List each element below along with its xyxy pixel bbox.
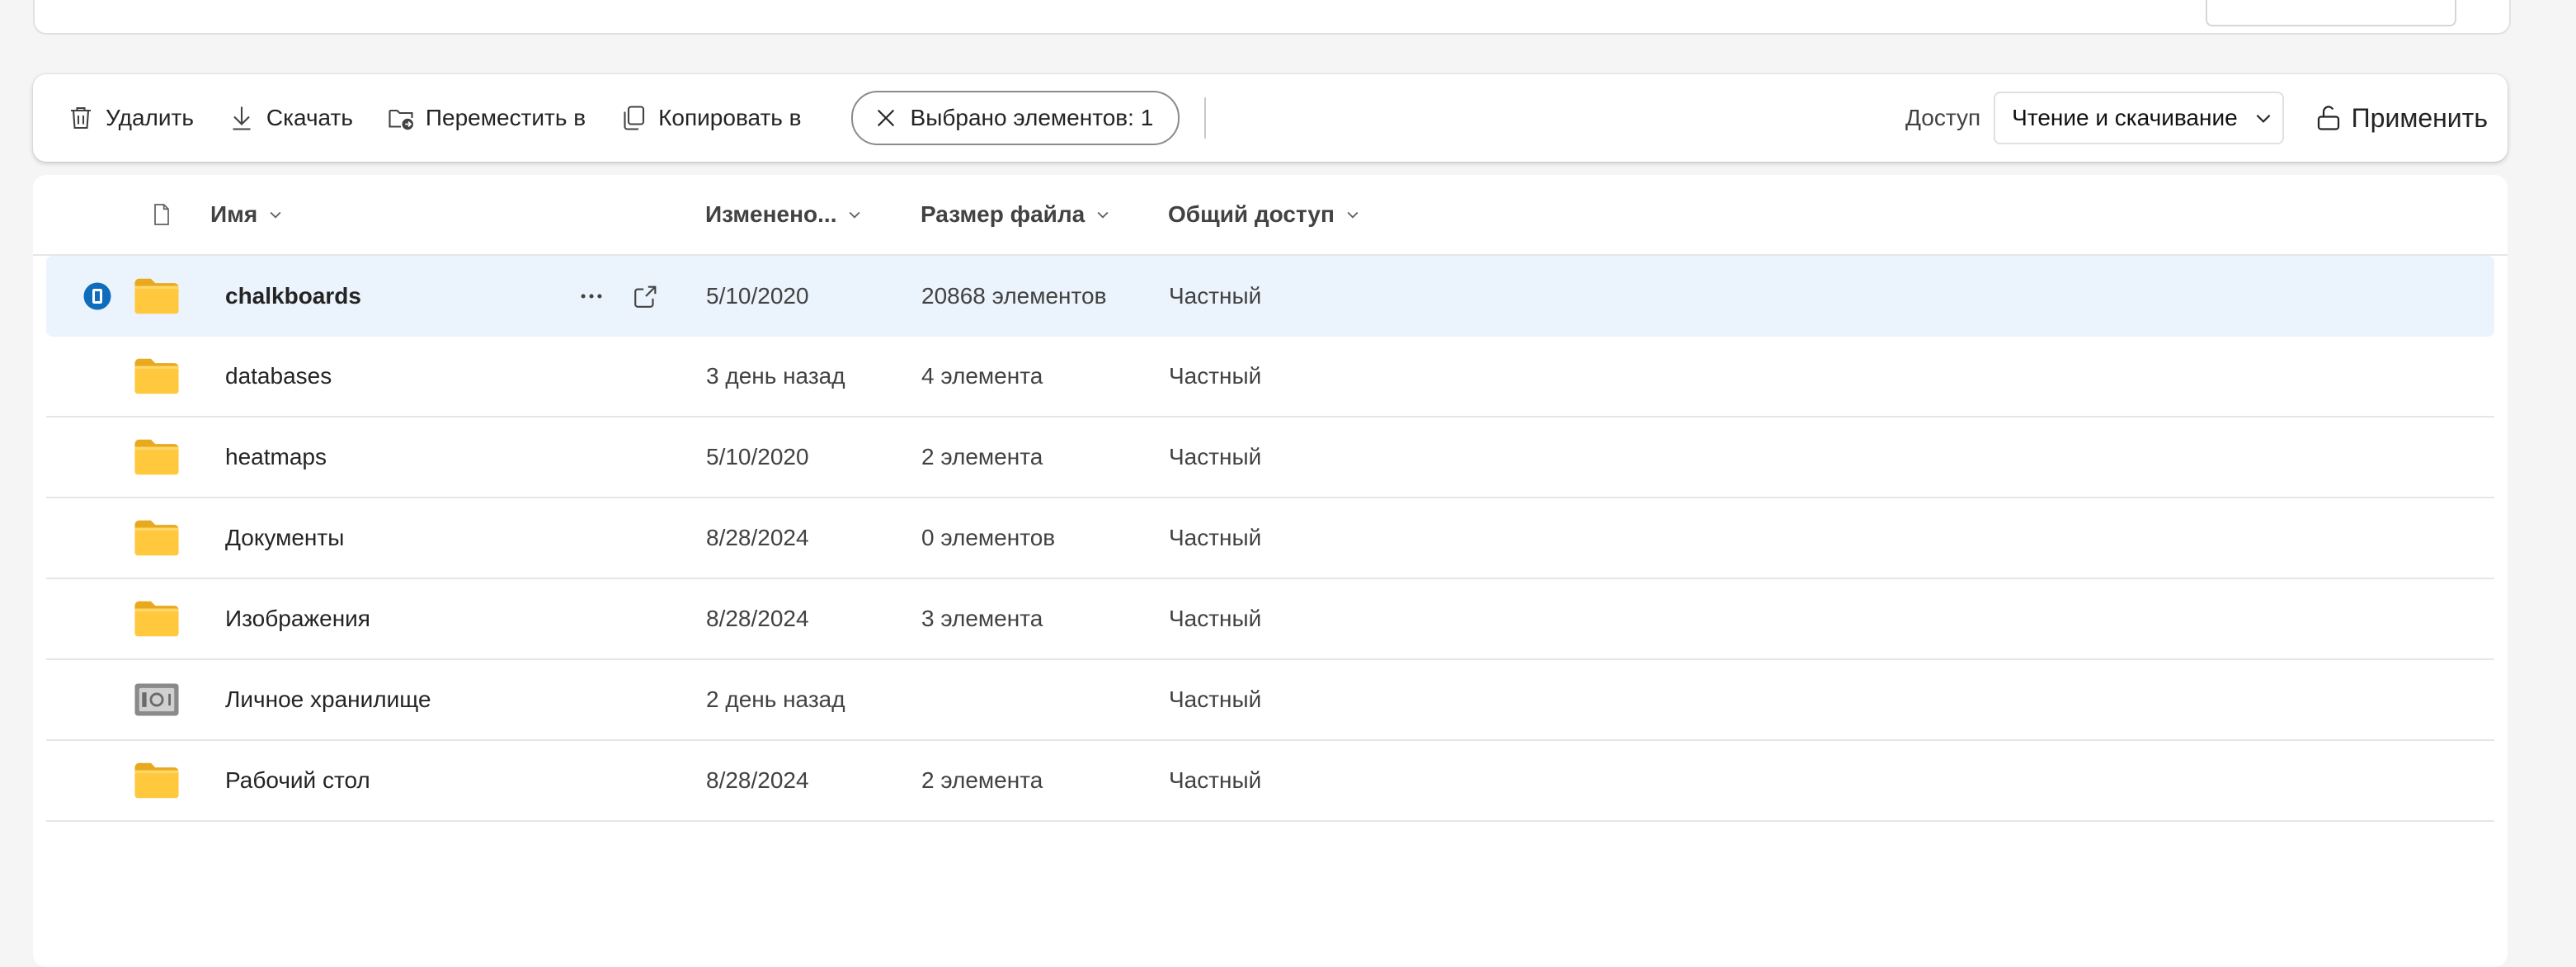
row-modified: 5/10/2020 <box>706 283 809 309</box>
row-sharing: Частный <box>1169 444 1262 469</box>
folder-icon <box>132 337 181 416</box>
apply-label: Применить <box>2351 102 2488 133</box>
file-list-header: Имя Изменено... Размер файла Общий досту… <box>33 175 2508 256</box>
folder-icon <box>132 498 181 578</box>
row-sharing: Частный <box>1169 686 1262 712</box>
folder-icon <box>132 579 181 658</box>
file-row[interactable]: Личное хранилище 2 день назад Частный <box>46 660 2494 741</box>
row-name[interactable]: heatmaps <box>225 417 327 497</box>
column-name-label: Имя <box>210 201 258 227</box>
checkmark-circle-icon <box>83 282 111 310</box>
toolbar-divider <box>1204 97 1207 139</box>
access-value: Чтение и скачивание <box>2012 105 2238 130</box>
chevron-down-icon <box>1097 211 1109 219</box>
delete-label: Удалить <box>106 105 194 130</box>
copy-to-button[interactable]: Копировать в <box>602 92 817 144</box>
more-options-icon[interactable] <box>577 256 605 337</box>
row-sharing: Частный <box>1169 767 1262 793</box>
command-bar: Удалить Скачать Переместить в Копировать… <box>33 74 2508 162</box>
column-modified-label: Изменено... <box>705 201 837 227</box>
column-header-name[interactable]: Имя <box>210 175 284 254</box>
vault-icon <box>132 660 181 739</box>
access-label: Доступ <box>1905 105 1981 130</box>
row-sharing: Частный <box>1169 606 1262 631</box>
row-name[interactable]: databases <box>225 337 332 416</box>
selected-count-label: Выбрано элементов: 1 <box>910 105 1154 130</box>
column-header-modified[interactable]: Изменено... <box>705 175 863 254</box>
row-modified: 8/28/2024 <box>706 767 809 793</box>
file-list: Имя Изменено... Размер файла Общий досту… <box>33 175 2508 967</box>
row-size: 3 элемента <box>921 606 1043 631</box>
row-size: 4 элемента <box>921 363 1043 389</box>
column-sharing-label: Общий доступ <box>1168 201 1335 227</box>
folder-icon <box>132 741 181 820</box>
row-modified: 3 день назад <box>706 363 845 389</box>
row-modified: 8/28/2024 <box>706 606 809 631</box>
row-checkbox[interactable] <box>82 256 112 337</box>
file-row[interactable]: chalkboards 5/10/2020 20868 элементов Частн… <box>46 256 2494 337</box>
column-header-sharing[interactable]: Общий доступ <box>1168 175 1361 254</box>
access-dropdown[interactable]: Чтение и скачивание <box>1994 92 2284 144</box>
move-to-button[interactable]: Переместить в <box>370 92 602 144</box>
row-name[interactable]: Документы <box>225 498 344 578</box>
file-row[interactable]: Рабочий стол 8/28/2024 2 элемента Частный <box>46 741 2494 822</box>
column-header-size[interactable]: Размер файла <box>921 175 1111 254</box>
row-size: 20868 элементов <box>921 283 1107 309</box>
unlock-icon <box>2317 106 2339 130</box>
chevron-down-icon <box>270 211 281 219</box>
row-name[interactable]: Личное хранилище <box>225 660 431 739</box>
move-to-label: Переместить в <box>425 105 586 130</box>
file-row[interactable]: heatmaps 5/10/2020 2 элемента Частный <box>46 417 2494 498</box>
download-icon <box>233 106 251 130</box>
chevron-down-icon <box>849 211 860 219</box>
file-type-header[interactable] <box>148 175 175 254</box>
row-size: 2 элемента <box>921 444 1043 469</box>
row-size: 2 элемента <box>921 767 1043 793</box>
folder-move-icon <box>389 109 413 130</box>
folder-icon <box>132 256 181 337</box>
chevron-down-icon <box>1347 211 1359 219</box>
selected-count-pill[interactable]: Выбрано элементов: 1 <box>850 91 1180 145</box>
chevron-down-icon <box>2256 114 2271 123</box>
close-icon[interactable] <box>873 105 899 131</box>
row-sharing: Частный <box>1169 363 1262 389</box>
top-panel <box>33 0 2511 35</box>
row-modified: 5/10/2020 <box>706 444 809 469</box>
download-label: Скачать <box>266 105 353 130</box>
row-name[interactable]: Рабочий стол <box>225 741 370 820</box>
copy-icon <box>624 106 645 130</box>
row-modified: 2 день назад <box>706 686 845 712</box>
row-sharing: Частный <box>1169 283 1262 309</box>
column-size-label: Размер файла <box>921 201 1085 227</box>
row-sharing: Частный <box>1169 525 1262 550</box>
file-row[interactable]: databases 3 день назад 4 элемента Частный <box>46 337 2494 417</box>
file-row[interactable]: Документы 8/28/2024 0 элементов Частный <box>46 498 2494 579</box>
top-panel-control[interactable] <box>2206 0 2456 26</box>
file-row[interactable]: Изображения 8/28/2024 3 элемента Частный <box>46 579 2494 660</box>
copy-to-label: Копировать в <box>658 105 802 130</box>
trash-icon <box>71 106 91 130</box>
folder-icon <box>132 417 181 497</box>
row-size: 0 элементов <box>921 525 1056 550</box>
apply-button[interactable]: Применить <box>2284 92 2508 144</box>
row-name[interactable]: chalkboards <box>225 256 361 337</box>
row-name[interactable]: Изображения <box>225 579 370 658</box>
file-icon <box>154 204 169 225</box>
share-icon[interactable] <box>632 256 660 337</box>
delete-button[interactable]: Удалить <box>49 92 210 144</box>
row-modified: 8/28/2024 <box>706 525 809 550</box>
download-button[interactable]: Скачать <box>210 92 370 144</box>
